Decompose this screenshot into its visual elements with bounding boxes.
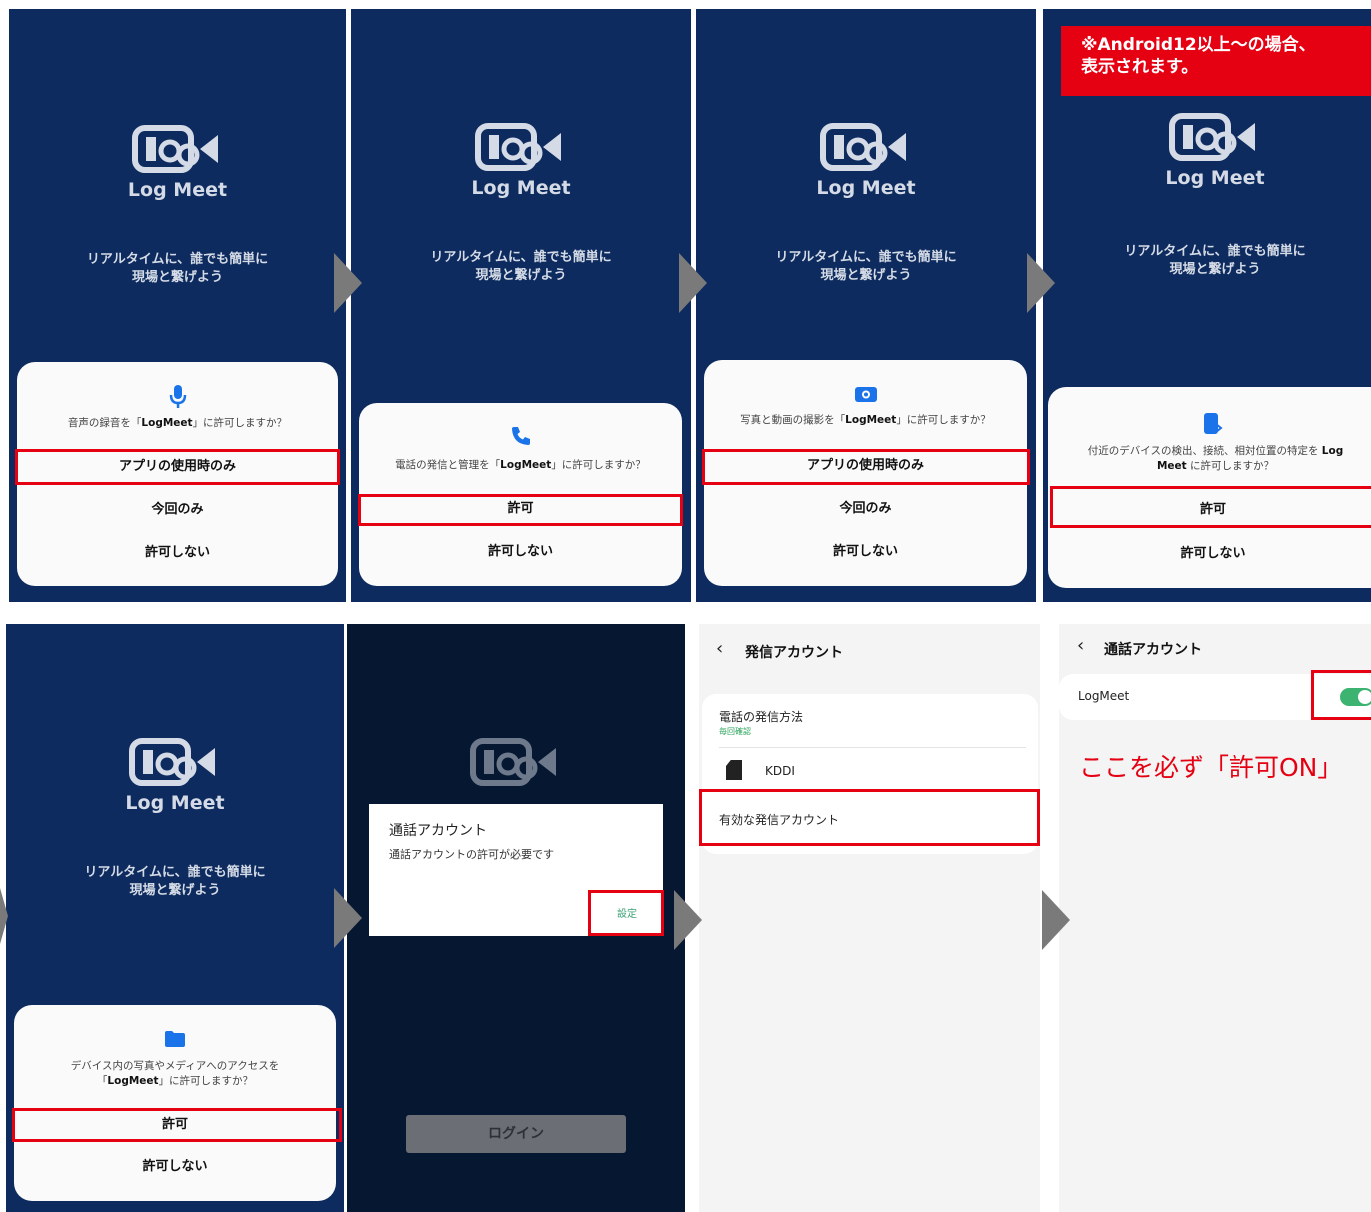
logmeet-logo-icon <box>470 738 556 786</box>
highlight-box <box>1050 486 1371 528</box>
highlight-box <box>1311 670 1371 720</box>
step-arrow <box>679 253 707 313</box>
permission-question: 音声の録音を「LogMeet」に許可しますか？ <box>67 417 288 429</box>
tagline-line2: 現場と繋げよう <box>1169 262 1261 277</box>
panel-call-accounts-toggle: ‹ 通話アカウント LogMeet ここを必ず「許可ON」 <box>1059 624 1371 1212</box>
login-button[interactable]: ログイン <box>406 1115 626 1153</box>
step-arrow <box>1027 253 1055 313</box>
step-arrow <box>1042 890 1070 950</box>
step-arrow <box>334 888 362 948</box>
phone-icon <box>359 425 682 451</box>
highlight-box <box>358 494 683 526</box>
tagline-line1: リアルタイムに、誰でも簡単に <box>1124 244 1306 259</box>
page-title: 発信アカウント <box>745 645 843 661</box>
logmeet-logo-icon <box>820 123 906 171</box>
logmeet-logo: Log Meet <box>1043 113 1371 189</box>
logmeet-logo-icon <box>475 123 561 171</box>
camera-icon <box>704 385 1027 407</box>
panel-calling-accounts-settings: ‹ 発信アカウント 電話の発信方法 毎回確認 KDDI 有効な発信アカウント <box>699 624 1040 1212</box>
tagline-line2: 現場と繋げよう <box>129 883 221 898</box>
kddi-label[interactable]: KDDI <box>765 764 795 778</box>
dialog-title: 通話アカウント <box>389 823 487 839</box>
panel-mic-permission: Log Meet リアルタイムに、誰でも簡単に 現場と繋げよう 音声の録音を「L… <box>9 9 346 602</box>
option-deny[interactable]: 許可しない <box>14 1157 336 1177</box>
permission-question: 付近のデバイスの検出、接続、相対位置の特定を Log Meet に許可しますか？ <box>1087 445 1344 472</box>
panel-call-account-dialog: ログイン 通話アカウント 通話アカウントの許可が必要です 設定 <box>347 624 685 1212</box>
permission-dialog: デバイス内の写真やメディアへのアクセスを 「LogMeet」に許可しますか？ 許… <box>14 1005 336 1201</box>
logmeet-logo-icon <box>131 125 218 173</box>
calling-method-label[interactable]: 電話の発信方法 <box>719 708 803 725</box>
folder-icon <box>14 1030 336 1052</box>
logmeet-logo: Log Meet <box>9 125 346 201</box>
step-arrow <box>0 888 8 944</box>
logmeet-logo <box>347 738 685 786</box>
logmeet-logo: Log Meet <box>351 123 691 199</box>
permission-question: 電話の発信と管理を「LogMeet」に許可しますか？ <box>395 459 646 471</box>
option-only-this-time[interactable]: 今回のみ <box>17 500 338 520</box>
banner-line2: 表示されます。 <box>1081 57 1199 77</box>
logmeet-account-label: LogMeet <box>1078 689 1130 703</box>
logmeet-logo: Log Meet <box>6 738 344 814</box>
calling-method-value: 毎回確認 <box>719 727 751 736</box>
highlight-box <box>12 1108 342 1142</box>
panel-phone-permission: Log Meet リアルタイムに、誰でも簡単に 現場と繋げよう 電話の発信と管理… <box>351 9 691 602</box>
option-deny[interactable]: 許可しない <box>1048 544 1371 564</box>
tagline: リアルタイムに、誰でも簡単に 現場と繋げよう <box>1043 243 1371 279</box>
tagline: リアルタイムに、誰でも簡単に 現場と繋げよう <box>351 249 691 285</box>
logo-name: Log Meet <box>471 177 571 199</box>
chevron-left-icon[interactable]: ‹ <box>1077 635 1084 656</box>
permission-question: デバイス内の写真やメディアへのアクセスを 「LogMeet」に許可しますか？ <box>70 1060 280 1087</box>
logmeet-logo: Log Meet <box>696 123 1036 199</box>
highlight-box <box>588 890 664 936</box>
option-only-this-time[interactable]: 今回のみ <box>704 499 1027 519</box>
divider <box>719 747 1026 748</box>
panel-camera-permission: Log Meet リアルタイムに、誰でも簡単に 現場と繋げよう 写真と動画の撮影… <box>696 9 1036 602</box>
step-arrow <box>334 253 362 313</box>
panel-media-permission: Log Meet リアルタイムに、誰でも簡単に 現場と繋げよう デバイス内の写真… <box>6 624 344 1212</box>
tagline: リアルタイムに、誰でも簡単に 現場と繋げよう <box>9 251 346 287</box>
tagline-line2: 現場と繋げよう <box>820 268 912 283</box>
microphone-icon <box>17 384 338 414</box>
sim-card-icon <box>726 760 742 780</box>
logo-name: Log Meet <box>1165 167 1265 189</box>
logo-name: Log Meet <box>127 179 228 201</box>
banner-line1: ※Android12以上〜の場合、 <box>1081 35 1316 55</box>
option-deny[interactable]: 許可しない <box>359 542 682 562</box>
highlight-box <box>702 449 1030 485</box>
logo-name: Log Meet <box>816 177 916 199</box>
instruction-note: ここを必ず「許可ON」 <box>1079 753 1343 782</box>
dialog-message: 通話アカウントの許可が必要です <box>389 848 554 861</box>
tagline-line1: リアルタイムに、誰でも簡単に <box>430 250 612 265</box>
tagline-line2: 現場と繋げよう <box>131 270 223 285</box>
logmeet-logo-icon <box>129 738 215 786</box>
step-arrow <box>674 890 702 950</box>
permission-question: 写真と動画の撮影を「LogMeet」に許可しますか？ <box>740 414 991 426</box>
option-deny[interactable]: 許可しない <box>17 543 338 563</box>
android12-note-banner: ※Android12以上〜の場合、 表示されます。 <box>1061 26 1371 96</box>
tagline: リアルタイムに、誰でも簡単に 現場と繋げよう <box>696 249 1036 285</box>
highlight-box <box>15 449 340 485</box>
panel-nearby-devices-permission: ※Android12以上〜の場合、 表示されます。 Log Meet リアルタイ… <box>1043 9 1371 602</box>
chevron-left-icon[interactable]: ‹ <box>716 638 723 659</box>
option-deny[interactable]: 許可しない <box>704 542 1027 562</box>
logmeet-logo-icon <box>1169 113 1255 161</box>
page-title: 通話アカウント <box>1104 642 1202 658</box>
logo-name: Log Meet <box>125 792 225 814</box>
tagline-line1: リアルタイムに、誰でも簡単に <box>84 865 266 880</box>
tagline: リアルタイムに、誰でも簡単に 現場と繋げよう <box>6 864 344 900</box>
nearby-devices-icon <box>1048 412 1371 440</box>
tagline-line1: リアルタイムに、誰でも簡単に <box>775 250 957 265</box>
tagline-line1: リアルタイムに、誰でも簡単に <box>86 252 269 267</box>
highlight-box <box>699 789 1040 846</box>
tagline-line2: 現場と繋げよう <box>475 268 567 283</box>
